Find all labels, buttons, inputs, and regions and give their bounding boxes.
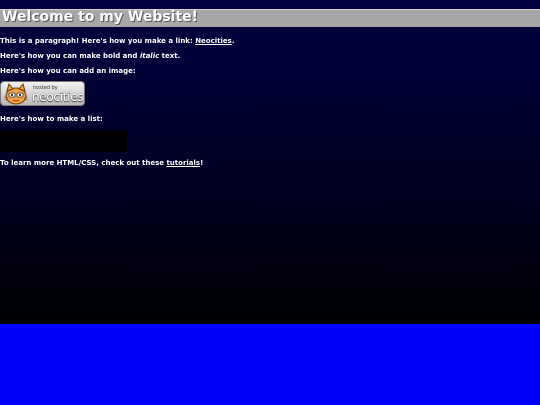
- italic-text: italic: [139, 52, 160, 60]
- neocities-cat-icon: [3, 83, 29, 105]
- tutorials-text: To learn more HTML/CSS, check out these: [0, 159, 167, 167]
- list-block: [0, 130, 127, 152]
- page-title: Welcome to my Website!: [2, 9, 199, 25]
- page-content-area: Welcome to my Website! This is a paragra…: [0, 0, 540, 324]
- neocities-link[interactable]: Neocities: [195, 37, 232, 45]
- title-bar: Welcome to my Website!: [0, 9, 540, 27]
- paragraph-end: .: [231, 37, 235, 45]
- paragraph-tutorials: To learn more HTML/CSS, check out these …: [0, 159, 203, 167]
- bold-text: Here's how you can make bold and: [0, 52, 140, 60]
- paragraph-link: This is a paragraph! Here's how you make…: [0, 37, 235, 45]
- list-intro-text: Here's how to make a list:: [0, 115, 103, 123]
- paragraph-bold-italic: Here's how you can make bold and italic …: [0, 52, 180, 60]
- bold-text-end: text.: [159, 52, 181, 60]
- badge-big-text: neocities: [32, 90, 84, 104]
- image-intro-text: Here's how you can add an image:: [0, 67, 136, 75]
- paragraph-text: This is a paragraph! Here's how you make…: [0, 37, 196, 45]
- tutorials-link[interactable]: tutorials: [166, 159, 200, 167]
- tutorials-end: !: [200, 159, 204, 167]
- neocities-badge[interactable]: hosted by neocities: [0, 81, 85, 106]
- paragraph-image: Here's how you can add an image:: [0, 67, 136, 75]
- paragraph-list: Here's how to make a list:: [0, 115, 103, 123]
